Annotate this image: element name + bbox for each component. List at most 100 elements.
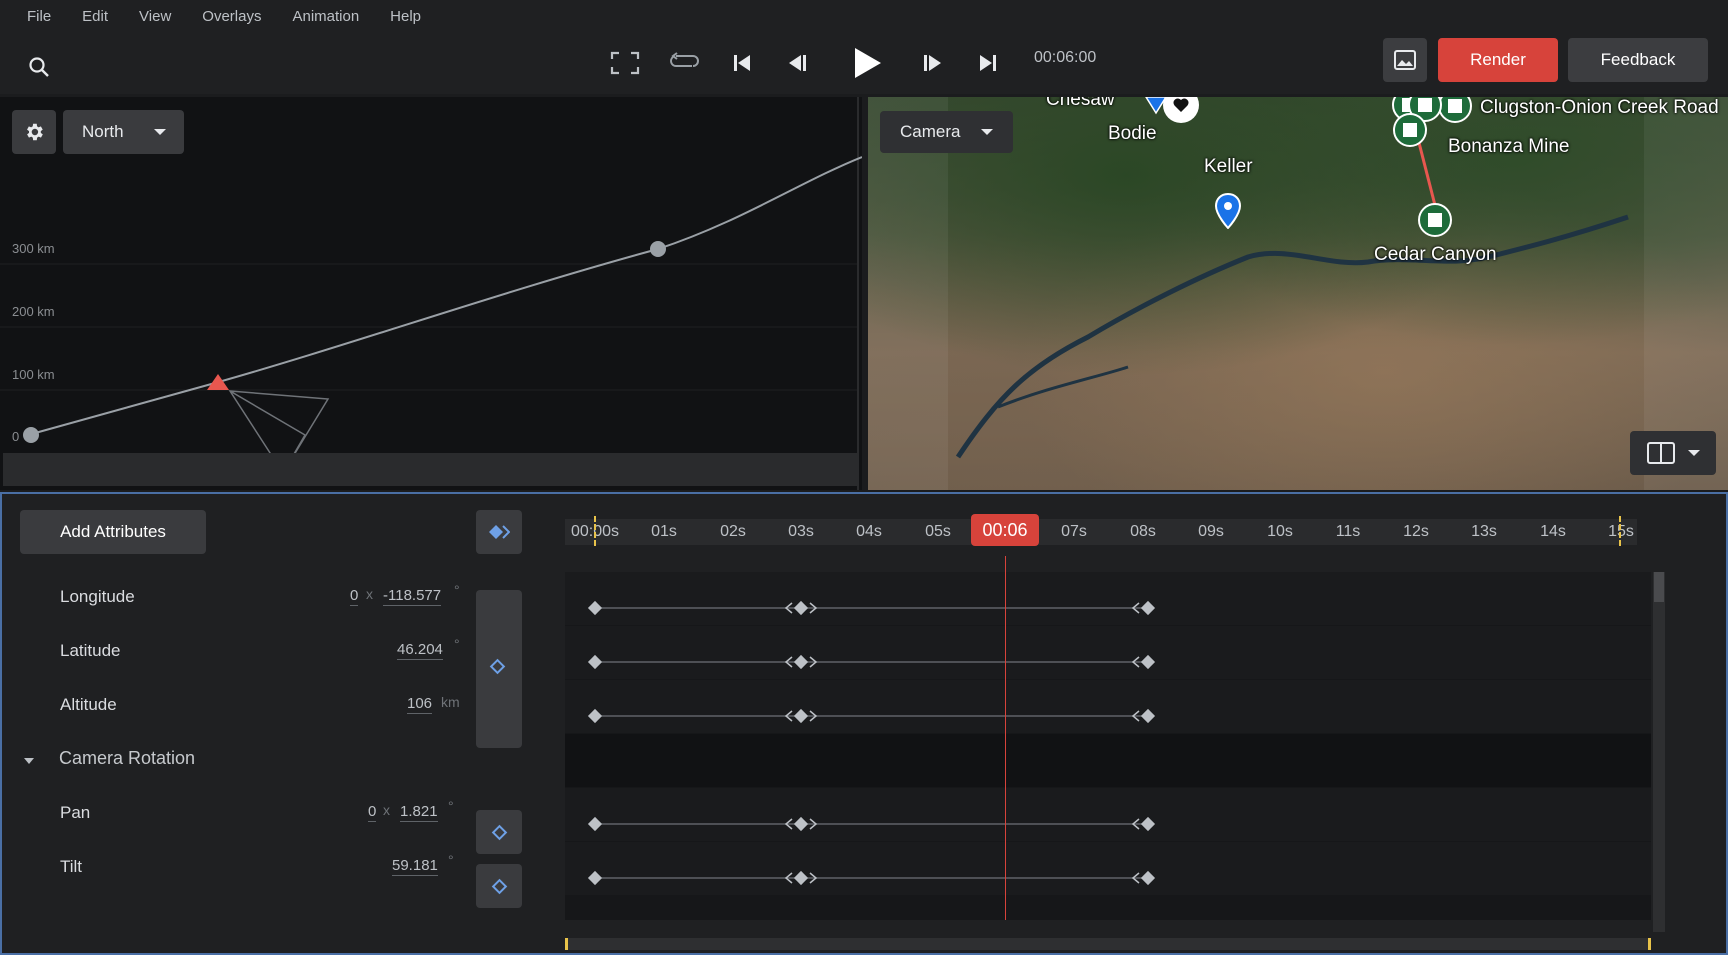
menu-file[interactable]: File	[14, 8, 69, 25]
orientation-select[interactable]: North	[63, 110, 184, 154]
tick-label: 08s	[1130, 523, 1156, 540]
keyframe-group-button[interactable]	[476, 590, 522, 748]
range-end-marker[interactable]	[1619, 516, 1622, 546]
camera-path-graph[interactable]: North 300 km 200 km 100 km 0	[0, 97, 862, 490]
step-back-icon[interactable]	[784, 46, 812, 80]
unit-km: km	[441, 694, 460, 710]
y-label-300: 300 km	[12, 241, 55, 256]
tick-label: 03s	[788, 523, 814, 540]
group-label: Camera Rotation	[59, 748, 196, 768]
tick-label: 14s	[1540, 523, 1566, 540]
altitude-input[interactable]: 106	[407, 695, 433, 714]
multiplier-sep: x	[383, 802, 390, 818]
tick-label: 13s	[1471, 523, 1497, 540]
tick-label: 09s	[1198, 523, 1224, 540]
keyframe-navigate-button[interactable]	[476, 510, 522, 554]
current-time-badge[interactable]: 00:06	[971, 514, 1039, 546]
map-label-chesaw: Chesaw	[1046, 97, 1115, 110]
menu-edit[interactable]: Edit	[69, 8, 126, 25]
menu-animation[interactable]: Animation	[279, 8, 377, 25]
toolbar: 00:06:00 Render Feedback	[0, 32, 1728, 94]
tick-label: 02s	[720, 523, 746, 540]
map-label-bonanza: Bonanza Mine	[1448, 136, 1570, 157]
skip-end-icon[interactable]	[974, 46, 1002, 80]
tick-label: 10s	[1267, 523, 1293, 540]
map-label-cedar: Cedar Canyon	[1374, 244, 1497, 265]
y-label-200: 200 km	[12, 304, 55, 319]
unit-degree: °	[448, 798, 454, 814]
attr-group-camera-rotation[interactable]: Camera Rotation	[2, 734, 1652, 788]
render-button[interactable]: Render	[1438, 38, 1558, 82]
loop-icon[interactable]	[666, 46, 702, 80]
split-view-icon	[1646, 442, 1675, 464]
latitude-input[interactable]: 46.204	[397, 641, 443, 660]
y-label-0: 0	[12, 429, 20, 444]
scroll-range-start[interactable]	[565, 938, 568, 950]
chevron-down-icon	[1687, 450, 1700, 456]
attr-label: Tilt	[60, 857, 83, 876]
chevron-down-icon	[154, 129, 166, 135]
keyframe-tilt-button[interactable]	[476, 864, 522, 908]
longitude-input[interactable]: -118.577	[383, 587, 442, 606]
skip-start-icon[interactable]	[728, 46, 756, 80]
feedback-button[interactable]: Feedback	[1568, 38, 1708, 82]
unit-degree: °	[448, 852, 454, 868]
attr-label: Altitude	[60, 695, 117, 714]
layout-toggle-button[interactable]	[1630, 431, 1716, 475]
horizontal-scrollbar[interactable]	[565, 938, 1651, 950]
menu-overlays[interactable]: Overlays	[189, 8, 279, 25]
map-pin-icon[interactable]	[1214, 193, 1242, 229]
tick-label: 07s	[1061, 523, 1087, 540]
map-view[interactable]: Camera Chesaw Bodie Keller Clugston-Onio…	[868, 97, 1728, 490]
fullscreen-icon[interactable]	[608, 46, 642, 80]
unit-degree: °	[454, 636, 460, 652]
menu-view[interactable]: View	[126, 8, 189, 25]
play-icon[interactable]	[848, 42, 886, 84]
gear-icon	[27, 123, 43, 141]
longitude-multiplier-input[interactable]: 0	[350, 587, 359, 606]
attr-row-longitude: Longitude 0 x -118.577 °	[2, 572, 1652, 626]
tick-label: 11s	[1335, 523, 1361, 540]
camera-select[interactable]: Camera	[880, 111, 1013, 153]
map-square-marker[interactable]	[1393, 113, 1427, 147]
graph-bottom-strip	[3, 453, 857, 486]
tick-label: 05s	[925, 523, 951, 540]
settings-button[interactable]	[12, 110, 56, 154]
attr-row-pan: Pan 0 x 1.821 °	[2, 788, 1652, 842]
chevron-down-icon	[981, 129, 993, 135]
map-label-keller: Keller	[1204, 156, 1253, 177]
caret-down-icon[interactable]	[23, 757, 35, 765]
map-square-marker[interactable]	[1418, 203, 1452, 237]
menu-help[interactable]: Help	[377, 8, 439, 25]
vertical-scrollbar[interactable]	[1653, 572, 1665, 932]
tilt-input[interactable]: 59.181	[392, 857, 438, 876]
keyframe-point-start	[23, 427, 39, 443]
pan-input[interactable]: 1.821	[400, 803, 438, 822]
attr-label: Longitude	[60, 587, 135, 606]
orientation-select-value: North	[82, 122, 124, 141]
camera-position-marker	[207, 374, 229, 390]
time-ruler[interactable]: 00:00s 01s 02s 03s 04s 05s 07s 08s 09s 1…	[565, 519, 1637, 545]
heart-icon	[1173, 98, 1189, 112]
tick-label: 12s	[1403, 523, 1429, 540]
step-forward-icon[interactable]	[918, 46, 946, 80]
range-start-marker[interactable]	[594, 516, 597, 546]
keyframe-diamond-icon	[491, 878, 507, 894]
map-terrain	[868, 97, 1728, 490]
map-label-clugston: Clugston-Onion Creek Road	[1480, 97, 1719, 118]
tick-label: 01s	[651, 523, 677, 540]
multiplier-sep: x	[366, 586, 373, 602]
add-attributes-button[interactable]: Add Attributes	[20, 510, 206, 554]
attr-label: Latitude	[60, 641, 121, 660]
time-readout: 00:06:00	[1034, 49, 1097, 66]
scroll-range-end[interactable]	[1648, 938, 1651, 950]
scrollbar-thumb[interactable]	[1654, 572, 1664, 602]
river	[955, 214, 1629, 459]
attr-label: Pan	[60, 803, 91, 822]
pan-multiplier-input[interactable]: 0	[368, 803, 377, 822]
attr-row-altitude: Altitude 106 km	[2, 680, 1652, 734]
image-icon[interactable]	[1383, 38, 1427, 82]
search-icon[interactable]	[24, 52, 54, 82]
keyframe-pan-button[interactable]	[476, 810, 522, 854]
keyframe-diamond-icon	[491, 824, 507, 840]
